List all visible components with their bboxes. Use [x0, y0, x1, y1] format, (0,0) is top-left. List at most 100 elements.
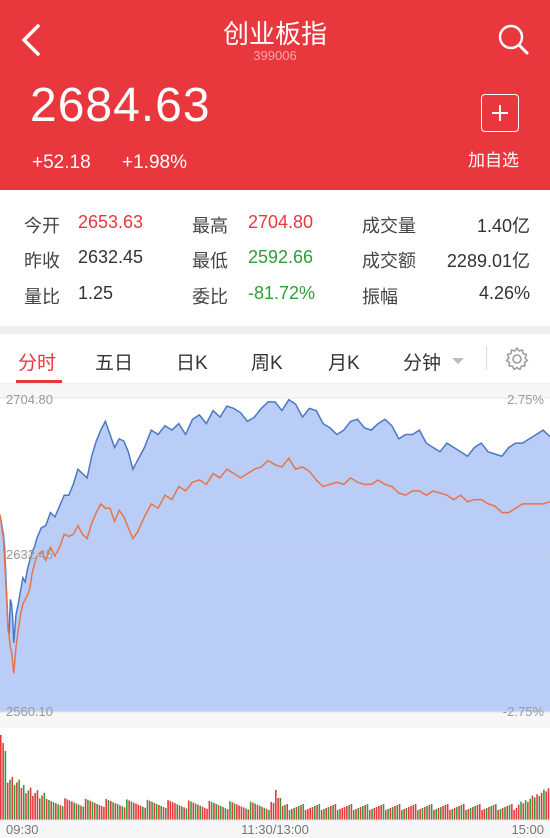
volume-bar	[41, 795, 43, 820]
volume-bar	[142, 806, 144, 820]
volume-bar	[162, 807, 165, 820]
page-title: 创业板指	[222, 19, 327, 49]
volume-bar	[252, 802, 254, 820]
stat-label: 成交额	[362, 251, 416, 271]
volume-bar	[210, 801, 213, 820]
volume-bar	[176, 804, 179, 820]
volume-bar	[440, 807, 442, 820]
volume-bar	[16, 782, 18, 820]
volume-bar	[467, 809, 470, 820]
volume-bar	[327, 807, 330, 820]
volume-bar	[442, 806, 444, 820]
volume-bar	[302, 804, 305, 820]
volume-bar	[254, 803, 256, 820]
volume-bar	[192, 802, 195, 820]
volume-bar	[238, 805, 240, 820]
volume-bar	[378, 806, 380, 820]
volume-bar	[128, 800, 130, 820]
gear-icon[interactable]	[504, 346, 530, 372]
volume-bar	[522, 803, 525, 820]
volume-bar	[229, 801, 231, 820]
volume-bar	[339, 809, 341, 820]
current-price: 2684.63	[30, 79, 211, 132]
section-divider	[0, 326, 550, 334]
volume-bar	[169, 801, 172, 820]
volume-bar	[453, 808, 456, 820]
volume-bar	[112, 802, 114, 820]
tab-daily-k[interactable]: 日K	[176, 348, 208, 375]
volume-bar	[451, 809, 454, 820]
volume-bar	[297, 806, 300, 820]
stat-label: 最高	[192, 216, 228, 236]
tab-weekly-k[interactable]: 周K	[251, 348, 283, 375]
add-watchlist-button[interactable]	[481, 94, 519, 132]
volume-bar	[281, 806, 284, 820]
tab-monthly-k[interactable]: 月K	[328, 348, 360, 375]
stat-value: 4.26%	[478, 283, 530, 303]
volume-bar	[357, 808, 360, 820]
search-icon[interactable]	[494, 20, 532, 58]
volume-bar	[181, 806, 183, 820]
volume-bar	[93, 802, 96, 820]
tab-minute[interactable]: 分钟	[403, 348, 441, 375]
volume-bar	[100, 806, 103, 820]
volume-bar	[495, 804, 497, 820]
volume-bar	[318, 804, 321, 820]
volume-bar	[531, 795, 534, 820]
volume-bar	[20, 787, 23, 820]
intraday-chart[interactable]: 2704.80 2632.45 2560.10 2.75% -2.75% 09:30 11:…	[0, 384, 550, 838]
volume-bar	[472, 807, 474, 820]
volume-bar	[504, 807, 506, 820]
stat-value: 2704.80	[248, 212, 314, 232]
volume-bar	[309, 808, 311, 820]
volume-bar	[144, 807, 146, 820]
volume-bar	[13, 785, 16, 820]
volume-bar	[513, 810, 515, 820]
volume-bar	[430, 804, 433, 820]
volume-bar	[506, 806, 509, 820]
chevron-down-icon[interactable]	[452, 358, 464, 364]
volume-bar	[43, 792, 46, 820]
volume-bar	[61, 806, 64, 820]
volume-bar	[96, 803, 98, 820]
volume-bar	[84, 798, 87, 820]
volume-bar	[224, 808, 227, 820]
volume-bar	[59, 805, 62, 820]
volume-bar	[295, 807, 298, 820]
volume-bar	[279, 798, 282, 820]
volume-bar	[524, 800, 527, 820]
stat-label: 昨收	[24, 251, 60, 271]
volume-bar	[208, 800, 211, 820]
volume-bar	[151, 801, 153, 820]
volume-bar	[139, 805, 142, 820]
volume-bar	[231, 802, 234, 820]
volume-bar	[107, 800, 110, 820]
volume-bar	[313, 806, 316, 820]
tab-intraday[interactable]: 分时	[18, 348, 56, 375]
time-label-close: 15:00	[511, 822, 544, 837]
volume-bar	[286, 804, 289, 820]
volume-bar	[167, 800, 169, 820]
y-axis-top-label: 2704.80	[6, 392, 53, 407]
add-watchlist-label[interactable]: 加自选	[468, 146, 519, 171]
volume-bar	[213, 802, 215, 820]
volume-bar	[520, 801, 522, 820]
volume-bar	[32, 795, 34, 820]
volume-bar	[355, 809, 357, 820]
stat-value: 2653.63	[78, 212, 144, 232]
volume-bar	[426, 806, 428, 820]
volume-bar	[476, 805, 479, 820]
volume-bar	[405, 808, 408, 820]
volume-bar	[403, 809, 405, 820]
volume-bar	[293, 808, 295, 820]
volume-bar	[75, 803, 78, 820]
volume-bar	[362, 806, 364, 820]
volume-bar	[165, 808, 167, 820]
volume-bar	[398, 804, 401, 820]
tab-5day[interactable]: 五日	[95, 348, 133, 375]
volume-bar	[380, 805, 383, 820]
volume-bar	[417, 810, 419, 820]
volume-bar	[499, 809, 502, 820]
volume-bar	[82, 806, 85, 820]
volume-bar	[245, 808, 247, 820]
